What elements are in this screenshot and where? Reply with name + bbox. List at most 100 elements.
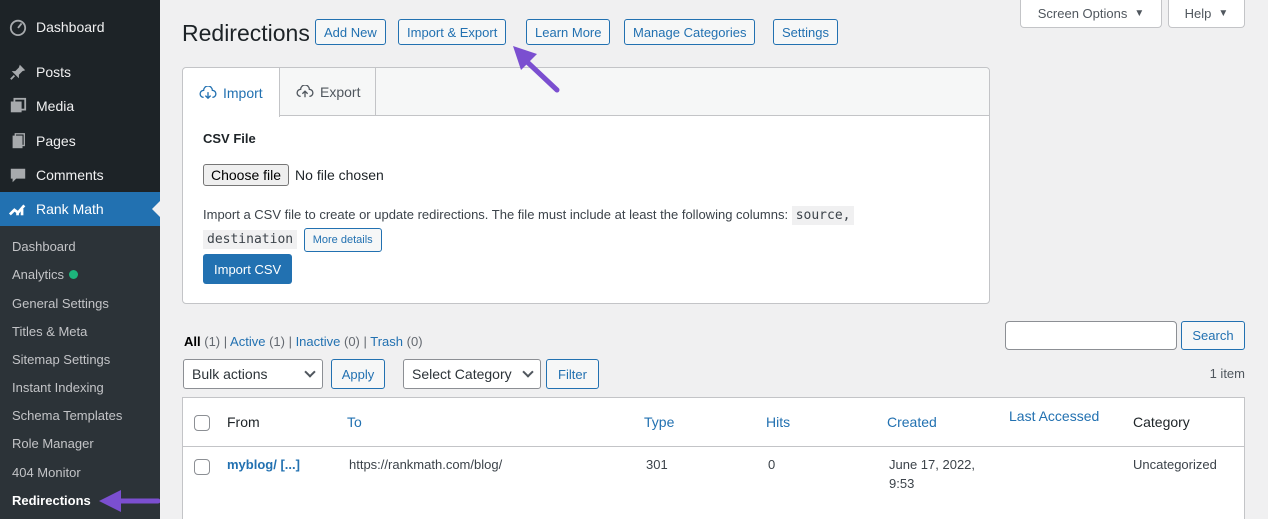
row-created-date: June 17, 2022, xyxy=(889,457,976,472)
menu-label: Comments xyxy=(36,167,104,183)
row-type: 301 xyxy=(646,457,668,472)
help-label: Help xyxy=(1184,6,1212,21)
bulk-actions-value: Bulk actions xyxy=(192,366,268,382)
column-from: From xyxy=(227,414,260,430)
menu-label: Posts xyxy=(36,64,72,80)
redirections-table: From To Type Hits Created Last Accessed … xyxy=(182,397,1245,519)
rank-math-icon xyxy=(8,199,28,219)
menu-media[interactable]: Media xyxy=(0,89,160,123)
cloud-download-icon xyxy=(199,85,217,100)
submenu-redirections[interactable]: Redirections xyxy=(12,493,91,508)
row-from-link[interactable]: myblog/ [...] xyxy=(227,455,300,474)
tab-bar: Import Export xyxy=(183,68,989,117)
more-details-button[interactable]: More details xyxy=(303,227,382,252)
row-hits: 0 xyxy=(768,457,776,472)
import-csv-button[interactable]: Import CSV xyxy=(203,254,293,284)
column-created[interactable]: Created xyxy=(887,414,937,430)
submenu-label: Role Manager xyxy=(12,436,94,451)
view-inactive[interactable]: Inactive xyxy=(296,334,341,349)
submenu-instant-indexing[interactable]: Instant Indexing xyxy=(12,380,104,395)
menu-label: Dashboard xyxy=(36,19,105,35)
help-button[interactable]: Help ▼ xyxy=(1168,0,1245,28)
column-type[interactable]: Type xyxy=(644,414,674,430)
column-category: Category xyxy=(1133,414,1190,430)
status-dot-icon xyxy=(69,270,79,279)
view-all[interactable]: All xyxy=(184,334,201,349)
submenu-general-settings[interactable]: General Settings xyxy=(12,296,109,311)
view-trash[interactable]: Trash xyxy=(370,334,403,349)
screen-options-label: Screen Options xyxy=(1037,6,1128,21)
import-export-button[interactable]: Import & Export xyxy=(398,19,507,45)
row-checkbox[interactable] xyxy=(194,459,210,475)
rank-math-submenu: Dashboard Analytics General Settings Tit… xyxy=(0,226,160,519)
pages-icon xyxy=(8,131,28,151)
code-source: source, xyxy=(791,206,855,225)
file-picker: Choose file No file chosen xyxy=(203,164,384,186)
comment-icon xyxy=(8,165,28,185)
submenu-404-monitor[interactable]: 404 Monitor xyxy=(12,465,81,480)
menu-label: Pages xyxy=(36,133,76,149)
item-count: 1 item xyxy=(1209,366,1245,381)
search-input[interactable] xyxy=(1005,321,1177,350)
csv-file-label: CSV File xyxy=(203,131,256,146)
tab-import[interactable]: Import xyxy=(183,68,280,117)
menu-dashboard[interactable]: Dashboard xyxy=(0,10,160,44)
select-all-checkbox[interactable] xyxy=(194,415,210,431)
row-created: June 17, 2022, 9:53 xyxy=(889,455,975,493)
column-hits[interactable]: Hits xyxy=(766,414,790,430)
submenu-label: 404 Monitor xyxy=(12,465,81,480)
submenu-label: Schema Templates xyxy=(12,408,123,423)
submenu-label: General Settings xyxy=(12,296,109,311)
submenu-label: Analytics xyxy=(12,267,65,282)
view-active[interactable]: Active xyxy=(230,334,265,349)
no-file-text: No file chosen xyxy=(295,167,384,183)
chevron-down-icon xyxy=(304,366,316,378)
menu-pages[interactable]: Pages xyxy=(0,124,160,158)
row-created-time: 9:53 xyxy=(889,476,915,491)
column-last-accessed[interactable]: Last Accessed xyxy=(1009,408,1099,424)
submenu-label: Redirections xyxy=(12,493,91,508)
code-destination: destination xyxy=(203,230,298,249)
bulk-actions-select[interactable]: Bulk actions xyxy=(183,359,323,389)
status-views: All (1) | Active (1) | Inactive (0) | Tr… xyxy=(184,334,423,349)
row-category: Uncategorized xyxy=(1133,457,1217,472)
choose-file-button[interactable]: Choose file xyxy=(203,164,290,186)
learn-more-button[interactable]: Learn More xyxy=(526,19,611,45)
category-value: Select Category xyxy=(412,366,512,382)
caret-down-icon: ▼ xyxy=(1134,8,1145,19)
search-button[interactable]: Search xyxy=(1181,321,1245,350)
submenu-schema-templates[interactable]: Schema Templates xyxy=(12,408,122,423)
submenu-label: Instant Indexing xyxy=(12,380,104,395)
submenu-titles-meta[interactable]: Titles & Meta xyxy=(12,324,87,339)
submenu-label: Sitemap Settings xyxy=(12,352,111,367)
tab-label: Import xyxy=(223,84,263,101)
column-to[interactable]: To xyxy=(347,414,362,430)
import-export-panel: Import Export CSV File Choose file No fi… xyxy=(182,67,990,304)
category-select[interactable]: Select Category xyxy=(403,359,541,389)
submenu-label: Dashboard xyxy=(12,239,76,254)
manage-categories-button[interactable]: Manage Categories xyxy=(624,19,756,45)
tab-export[interactable]: Export xyxy=(280,68,376,116)
pin-icon xyxy=(8,62,28,82)
apply-button[interactable]: Apply xyxy=(331,359,385,389)
row-to: https://rankmath.com/blog/ xyxy=(349,457,503,472)
dashboard-icon xyxy=(8,17,28,37)
admin-sidebar: Dashboard Posts Media Pages Comments Ran… xyxy=(0,0,160,519)
submenu-sitemap-settings[interactable]: Sitemap Settings xyxy=(12,352,110,367)
filter-button[interactable]: Filter xyxy=(546,359,599,389)
view-count: (0) xyxy=(406,334,423,349)
table-header: From To Type Hits Created Last Accessed … xyxy=(183,398,1244,447)
chevron-down-icon xyxy=(522,366,534,378)
settings-button[interactable]: Settings xyxy=(773,19,838,45)
menu-rank-math[interactable]: Rank Math xyxy=(0,192,160,226)
submenu-role-manager[interactable]: Role Manager xyxy=(12,436,94,451)
submenu-analytics[interactable]: Analytics xyxy=(12,267,79,282)
menu-comments[interactable]: Comments xyxy=(0,158,160,192)
add-new-button[interactable]: Add New xyxy=(315,19,386,45)
submenu-dashboard[interactable]: Dashboard xyxy=(12,239,76,254)
view-count: (0) xyxy=(344,334,360,349)
screen-options-button[interactable]: Screen Options ▼ xyxy=(1020,0,1162,28)
menu-posts[interactable]: Posts xyxy=(0,55,160,89)
cloud-upload-icon xyxy=(296,85,314,99)
description-text: Import a CSV file to create or update re… xyxy=(203,207,789,222)
